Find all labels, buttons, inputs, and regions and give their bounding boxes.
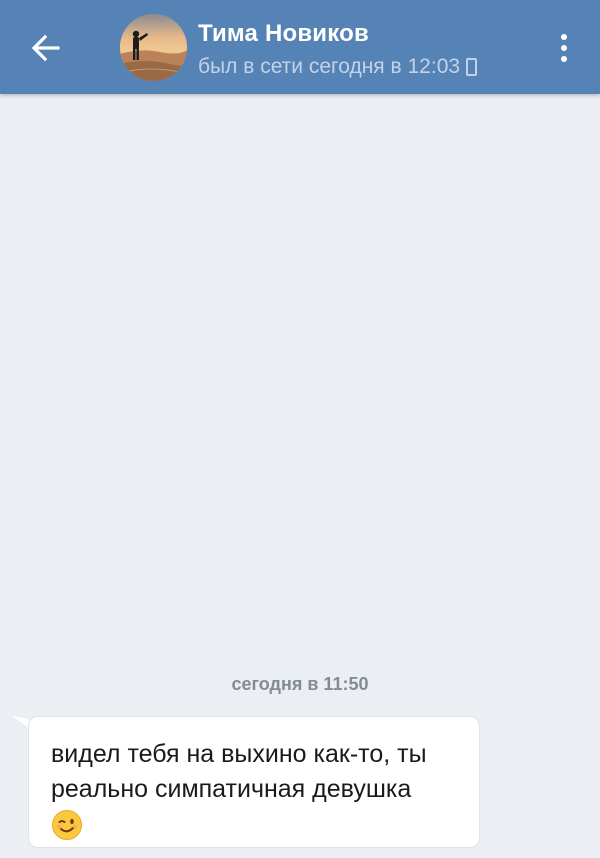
back-button[interactable] [22,24,70,72]
contact-name[interactable]: Тима Новиков [198,20,369,48]
online-status: был в сети сегодня в 12:03 [198,55,478,79]
mobile-icon [466,58,478,76]
arrow-left-icon [31,34,60,62]
message-bubble[interactable]: видел тебя на выхино как-то, ты реально … [28,716,480,848]
date-separator: сегодня в 11:50 [231,674,369,694]
message-text: видел тебя на выхино как-то, ты реально … [51,740,427,803]
winking-face-icon [52,810,82,840]
more-vertical-icon [561,34,567,40]
status-text: был в сети сегодня в 12:03 [198,55,461,78]
more-menu-button[interactable] [544,26,584,70]
avatar[interactable] [120,14,187,81]
chat-header: Тима Новиков был в сети сегодня в 12:03 [0,0,600,94]
